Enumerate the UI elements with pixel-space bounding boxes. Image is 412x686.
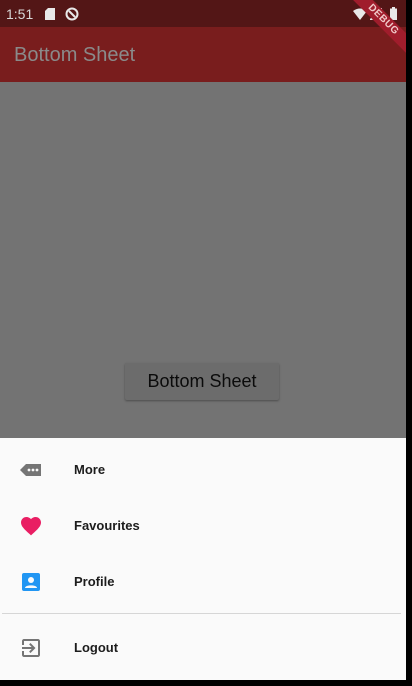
sheet-item-profile[interactable]: Profile: [0, 554, 406, 610]
app-bar-title: Bottom Sheet: [14, 44, 136, 66]
app-screen: 1:51 Bottom Sheet Bottom Sheet DEBUG Mor…: [0, 0, 406, 680]
modal-scrim[interactable]: Bottom Sheet: [0, 82, 406, 438]
status-time: 1:51: [6, 6, 34, 22]
sheet-item-more[interactable]: More: [0, 442, 406, 498]
sheet-item-logout[interactable]: Logout: [0, 620, 406, 676]
no-sync-icon: [65, 7, 79, 21]
status-bar: 1:51: [0, 0, 406, 27]
bottom-sheet-button[interactable]: Bottom Sheet: [125, 363, 279, 400]
sheet-item-favourites[interactable]: Favourites: [0, 498, 406, 554]
account-box-icon: [22, 573, 40, 591]
sheet-item-label: Logout: [74, 640, 119, 655]
sheet-item-label: Favourites: [74, 518, 140, 533]
wifi-icon: [353, 8, 367, 20]
sheet-item-label: More: [74, 462, 106, 477]
battery-icon: [390, 7, 397, 20]
heart-icon: [21, 517, 41, 536]
signal-icon: [370, 8, 382, 20]
screen-edge: [406, 0, 412, 686]
divider: [2, 613, 401, 614]
exit-icon: [22, 639, 40, 657]
label-dots-icon: [20, 464, 41, 476]
bottom-sheet: More Favourites Profile Logout: [0, 438, 406, 680]
sd-card-icon: [45, 8, 55, 20]
sheet-item-label: Profile: [74, 574, 115, 589]
app-bar: Bottom Sheet: [0, 27, 406, 82]
